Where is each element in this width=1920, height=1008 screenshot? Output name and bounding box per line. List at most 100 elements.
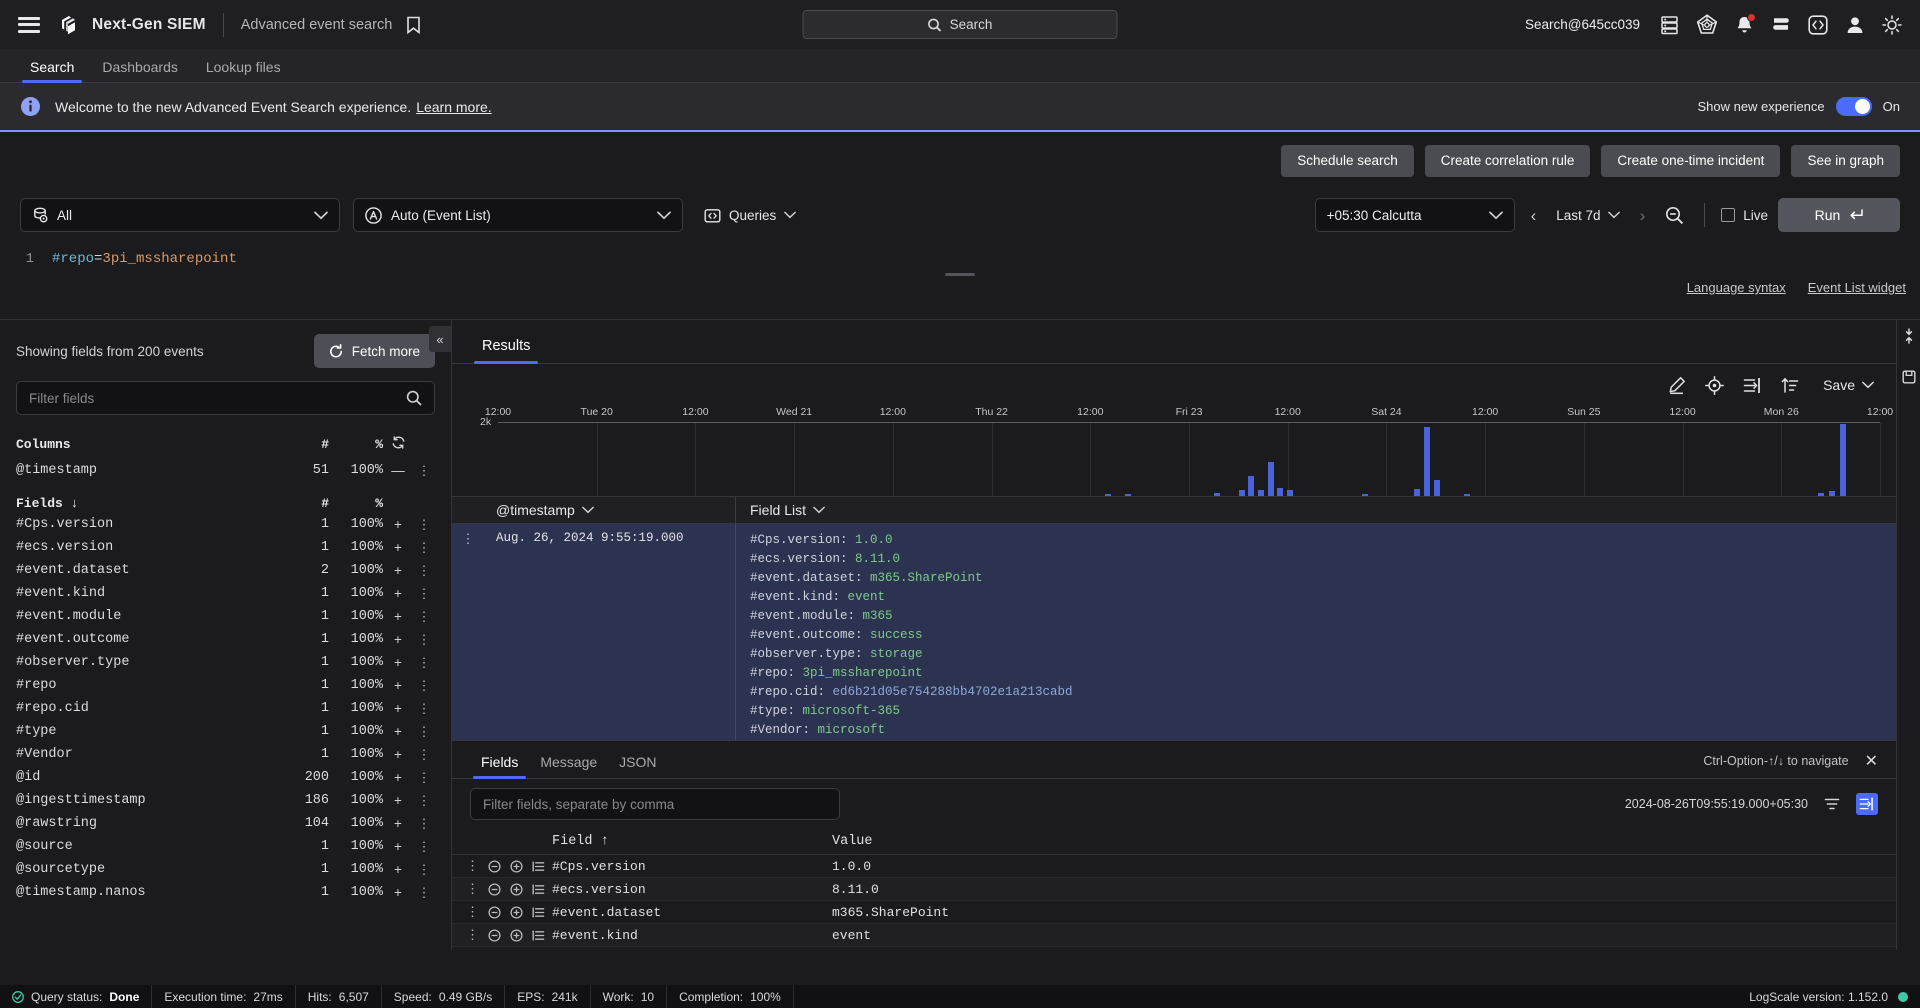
field-row[interactable]: #repo.cid1100%+⋮ <box>0 697 451 720</box>
field-menu-icon[interactable]: ⋮ <box>413 885 435 901</box>
exclude-value-icon[interactable] <box>488 860 501 873</box>
sort-icon[interactable] <box>1781 376 1800 395</box>
field-menu-icon[interactable]: ⋮ <box>413 586 435 602</box>
add-field-button[interactable]: + <box>383 839 413 854</box>
column-menu-icon[interactable]: ⋮ <box>413 463 435 479</box>
row-menu-icon[interactable]: ⋮ <box>466 927 479 943</box>
radar-icon[interactable] <box>1696 14 1718 35</box>
field-row[interactable]: #event.dataset2100%+⋮ <box>0 559 451 582</box>
panel-right-icon[interactable] <box>1743 376 1762 395</box>
event-list-widget-link[interactable]: Event List widget <box>1808 280 1906 295</box>
field-row[interactable]: #Cps.version1100%+⋮ <box>0 513 451 536</box>
add-field-button[interactable]: + <box>383 655 413 670</box>
live-toggle[interactable]: Live <box>1721 208 1768 223</box>
tab-json[interactable]: JSON <box>608 754 667 778</box>
run-button[interactable]: Run <box>1778 198 1900 232</box>
field-menu-icon[interactable]: ⋮ <box>413 655 435 671</box>
field-menu-icon[interactable]: ⋮ <box>413 816 435 832</box>
include-value-icon[interactable] <box>510 883 523 896</box>
histogram-bar[interactable] <box>1277 488 1283 496</box>
field-menu-icon[interactable]: ⋮ <box>413 632 435 648</box>
add-column-icon[interactable] <box>532 860 545 873</box>
query-line[interactable]: 1 #repo=3pi_mssharepoint <box>0 251 1920 267</box>
filter-fields-input[interactable] <box>29 391 406 406</box>
field-menu-icon[interactable]: ⋮ <box>413 678 435 694</box>
field-row[interactable]: #Vendor1100%+⋮ <box>0 743 451 766</box>
histogram-bar[interactable] <box>1424 427 1430 496</box>
query-editor[interactable]: 1 #repo=3pi_mssharepoint Language syntax… <box>0 241 1920 319</box>
add-field-button[interactable]: + <box>383 586 413 601</box>
field-row[interactable]: #repo1100%+⋮ <box>0 674 451 697</box>
tab-search[interactable]: Search <box>16 59 88 82</box>
filter-icon[interactable] <box>1821 793 1843 815</box>
banner-learn-more-link[interactable]: Learn more. <box>416 99 491 115</box>
tab-fields[interactable]: Fields <box>470 754 529 778</box>
add-field-button[interactable]: + <box>383 885 413 900</box>
field-row[interactable]: @rawstring104100%+⋮ <box>0 812 451 835</box>
server-icon[interactable] <box>1660 15 1679 35</box>
exclude-value-icon[interactable] <box>488 929 501 942</box>
bell-icon[interactable] <box>1735 15 1754 35</box>
field-menu-icon[interactable]: ⋮ <box>413 793 435 809</box>
histogram-bar[interactable] <box>1287 490 1293 496</box>
sort-arrow-icon[interactable]: ↑ <box>601 834 609 849</box>
field-menu-icon[interactable]: ⋮ <box>413 563 435 579</box>
detail-table-row[interactable]: ⋮#event.kindevent <box>452 924 1896 947</box>
field-row[interactable]: #event.module1100%+⋮ <box>0 605 451 628</box>
columns-row-timestamp[interactable]: @timestamp 51 100% — ⋮ <box>0 459 451 482</box>
add-field-button[interactable]: + <box>383 724 413 739</box>
add-field-button[interactable]: + <box>383 701 413 716</box>
live-checkbox[interactable] <box>1721 208 1735 222</box>
add-column-icon[interactable] <box>532 883 545 896</box>
detail-filter-box[interactable] <box>470 788 840 820</box>
histogram-bar[interactable] <box>1248 476 1254 496</box>
add-field-button[interactable]: + <box>383 632 413 647</box>
field-row[interactable]: @id200100%+⋮ <box>0 766 451 789</box>
create-one-time-incident-button[interactable]: Create one-time incident <box>1601 145 1780 177</box>
filter-fields-box[interactable] <box>16 381 435 415</box>
schedule-search-button[interactable]: Schedule search <box>1281 145 1414 177</box>
layers-icon[interactable] <box>1771 16 1791 34</box>
tab-lookup-files[interactable]: Lookup files <box>192 59 295 82</box>
zoom-out-icon[interactable] <box>1661 206 1688 225</box>
histogram-bar[interactable] <box>1362 494 1368 496</box>
timezone-select[interactable]: +05:30 Calcutta <box>1315 198 1515 232</box>
field-menu-icon[interactable]: ⋮ <box>413 839 435 855</box>
close-icon[interactable]: ✕ <box>1865 751 1878 771</box>
save-panel-icon[interactable] <box>1902 370 1916 384</box>
field-row[interactable]: #event.kind1100%+⋮ <box>0 582 451 605</box>
add-field-button[interactable]: + <box>383 816 413 831</box>
field-row[interactable]: #observer.type1100%+⋮ <box>0 651 451 674</box>
histogram-bar[interactable] <box>1105 494 1111 496</box>
detail-filter-input[interactable] <box>483 797 827 812</box>
field-menu-icon[interactable]: ⋮ <box>413 517 435 533</box>
event-row-menu-icon[interactable]: ⋮ <box>452 524 484 740</box>
histogram-bar[interactable] <box>1840 424 1846 496</box>
repository-select[interactable]: All <box>20 198 340 232</box>
histogram-bar[interactable] <box>1414 489 1420 496</box>
field-menu-icon[interactable]: ⋮ <box>413 609 435 625</box>
histogram-bar[interactable] <box>1258 490 1264 496</box>
detail-table-row[interactable]: ⋮#event.datasetm365.SharePoint <box>452 901 1896 924</box>
next-time-range-button[interactable]: › <box>1634 204 1652 227</box>
histogram-bar[interactable] <box>1125 494 1131 496</box>
events-histogram[interactable]: 2k 12:00Tue 2012:00Wed 2112:00Thu 2212:0… <box>462 406 1880 496</box>
row-menu-icon[interactable]: ⋮ <box>466 904 479 920</box>
field-menu-icon[interactable]: ⋮ <box>413 724 435 740</box>
exclude-value-icon[interactable] <box>488 906 501 919</box>
queries-menu[interactable]: Queries <box>696 198 804 232</box>
row-menu-icon[interactable]: ⋮ <box>466 881 479 897</box>
time-range-select[interactable]: Last 7d <box>1552 208 1623 223</box>
field-row[interactable]: #type1100%+⋮ <box>0 720 451 743</box>
detail-table-row[interactable]: ⋮#ecs.version8.11.0 <box>452 878 1896 901</box>
tab-results[interactable]: Results <box>470 338 542 363</box>
create-correlation-rule-button[interactable]: Create correlation rule <box>1425 145 1591 177</box>
field-menu-icon[interactable]: ⋮ <box>413 747 435 763</box>
histogram-bar[interactable] <box>1829 491 1835 496</box>
save-button[interactable]: Save <box>1823 377 1874 393</box>
menu-icon[interactable] <box>18 17 40 33</box>
target-icon[interactable] <box>1705 376 1724 395</box>
field-row[interactable]: @ingesttimestamp186100%+⋮ <box>0 789 451 812</box>
field-menu-icon[interactable]: ⋮ <box>413 540 435 556</box>
field-row[interactable]: #event.outcome1100%+⋮ <box>0 628 451 651</box>
